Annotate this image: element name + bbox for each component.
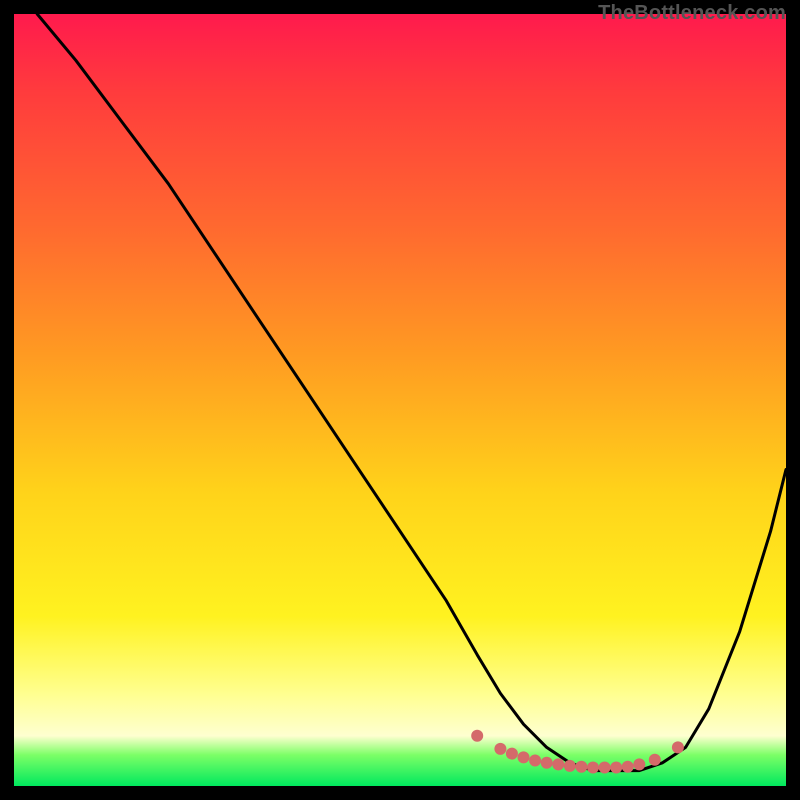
- dot-marker: [575, 761, 587, 773]
- dot-marker: [529, 755, 541, 767]
- dot-marker: [564, 760, 576, 772]
- dot-marker: [552, 758, 564, 770]
- dot-marker: [599, 762, 611, 774]
- dot-marker: [672, 741, 684, 753]
- chart-svg: [14, 14, 786, 786]
- dot-marker: [587, 762, 599, 774]
- dot-marker: [471, 730, 483, 742]
- dot-marker: [541, 757, 553, 769]
- dot-marker: [610, 762, 622, 774]
- dot-marker: [633, 758, 645, 770]
- dot-marker: [649, 754, 661, 766]
- dot-marker: [622, 761, 634, 773]
- dot-marker: [494, 743, 506, 755]
- bottleneck-curve: [37, 14, 786, 771]
- dot-marker: [506, 748, 518, 760]
- dot-marker: [518, 751, 530, 763]
